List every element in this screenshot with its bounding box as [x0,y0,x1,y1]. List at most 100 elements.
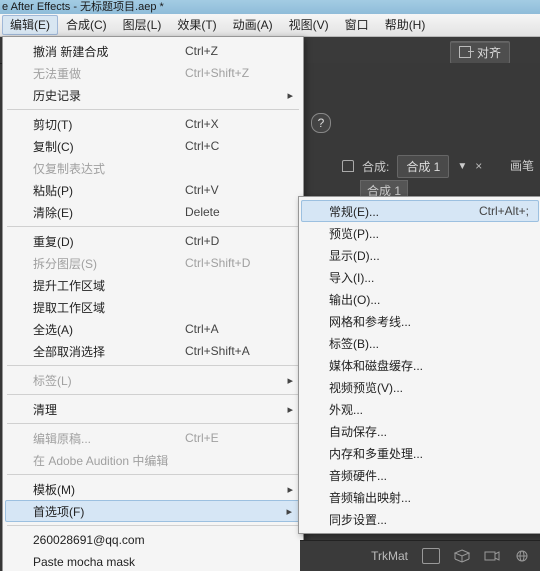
cube-icon[interactable] [454,549,470,563]
menu-item-label: 粘贴(P) [33,182,155,199]
menu-item-label: 网格和参考线... [329,313,529,330]
menu-item-label: 编辑原稿... [33,430,155,447]
preferences-item[interactable]: 标签(B)... [301,332,539,354]
menu-composition[interactable]: 合成(C) [58,15,115,35]
preferences-item[interactable]: 内存和多重处理... [301,442,539,464]
menu-separator [7,394,299,395]
preferences-item[interactable]: 自动保存... [301,420,539,442]
align-button[interactable]: 对齐 [450,41,510,64]
preferences-item[interactable]: 显示(D)... [301,244,539,266]
brush-tab[interactable]: 画笔 [510,157,534,174]
menu-item-label: 在 Adobe Audition 中编辑 [33,452,279,469]
edit-menu-item[interactable]: 提升工作区域 [5,274,301,296]
edit-menu-item: 编辑原稿...Ctrl+E [5,427,301,449]
menu-item-accel: Ctrl+Z [185,44,279,58]
preferences-item[interactable]: 音频硬件... [301,464,539,486]
comp-tabrow: 合成: 合成 1 ▼ × [342,152,482,180]
menu-item-label: 同步设置... [329,511,529,528]
render-icon[interactable] [484,549,500,563]
menu-layer[interactable]: 图层(L) [115,15,170,35]
menu-item-label: 复制(C) [33,138,155,155]
preferences-submenu: 常规(E)... Ctrl+Alt+; 预览(P)... 显示(D)... 导入(I).… [298,196,540,534]
menu-item-accel: Ctrl+X [185,117,279,131]
menu-separator [7,423,299,424]
preferences-item[interactable]: 外观... [301,398,539,420]
preferences-item[interactable]: 媒体和磁盘缓存... [301,354,539,376]
help-icon[interactable]: ? [311,113,331,133]
edit-menu-item[interactable]: 复制(C) Ctrl+C [5,135,301,157]
trkmat-label: TrkMat [371,549,408,563]
menu-item-label: 音频输出映射... [329,489,529,506]
menu-item-label: 媒体和磁盘缓存... [329,357,529,374]
align-icon [459,46,471,58]
edit-menu-item: 标签(L) [5,369,301,391]
menu-edit[interactable]: 编辑(E) [2,15,58,35]
preferences-item[interactable]: 常规(E)... Ctrl+Alt+; [301,200,539,222]
edit-menu-item: 拆分图层(S)Ctrl+Shift+D [5,252,301,274]
menu-item-accel: Ctrl+Shift+D [185,256,279,270]
menu-item-label: 提升工作区域 [33,277,279,294]
menu-separator [7,525,299,526]
edit-menu-item[interactable]: 首选项(F) [5,500,301,522]
menu-item-label: 无法重做 [33,65,155,82]
menu-item-accel: Ctrl+Shift+A [185,344,279,358]
edit-menu-item[interactable]: 历史记录 [5,84,301,106]
menu-item-accel: Ctrl+A [185,322,279,336]
menu-separator [7,474,299,475]
edit-menu-item: 仅复制表达式 [5,157,301,179]
menu-item-label: 剪切(T) [33,116,155,133]
menubar: 编辑(E) 合成(C) 图层(L) 效果(T) 动画(A) 视图(V) 窗口 帮… [0,14,540,37]
edit-menu-item[interactable]: Paste mocha mask [5,551,301,571]
preferences-item[interactable]: 输出(O)... [301,288,539,310]
edit-menu-item[interactable]: 清除(E)Delete [5,201,301,223]
preferences-item[interactable]: 网格和参考线... [301,310,539,332]
comp-tab[interactable]: 合成 1 [397,155,449,178]
menu-item-label: 历史记录 [33,87,279,104]
edit-menu-item[interactable]: 模板(M) [5,478,301,500]
globe-icon[interactable] [514,549,530,563]
edit-menu-item[interactable]: 重复(D)Ctrl+D [5,230,301,252]
chevron-down-icon[interactable]: ▼ [457,161,467,172]
menu-window[interactable]: 窗口 [337,15,377,35]
edit-menu-item[interactable]: 全部取消选择Ctrl+Shift+A [5,340,301,362]
menu-item-label: 重复(D) [33,233,155,250]
menu-item-accel: Ctrl+C [185,139,279,153]
edit-menu-item[interactable]: 粘贴(P)Ctrl+V [5,179,301,201]
preferences-item[interactable]: 预览(P)... [301,222,539,244]
lock-icon[interactable] [342,160,354,172]
edit-menu-item[interactable]: 260028691@qq.com [5,529,301,551]
menu-item-label: 音频硬件... [329,467,529,484]
menu-item-label: 标签(B)... [329,335,529,352]
edit-menu-item[interactable]: 撤消 新建合成Ctrl+Z [5,40,301,62]
menu-effect[interactable]: 效果(T) [169,15,224,35]
menu-item-label: 首选项(F) [33,503,279,520]
menu-item-label: 清除(E) [33,204,155,221]
menu-item-label: 260028691@qq.com [33,533,279,547]
camera-icon[interactable] [422,548,440,564]
preferences-item[interactable]: 同步设置... [301,508,539,530]
menu-item-label: 显示(D)... [329,247,529,264]
menu-item-label: 全选(A) [33,321,155,338]
edit-menu: 撤消 新建合成Ctrl+Z无法重做Ctrl+Shift+Z 历史记录剪切(T) Ct… [2,36,304,571]
preferences-item[interactable]: 音频输出映射... [301,486,539,508]
preferences-item[interactable]: 导入(I)... [301,266,539,288]
menu-help[interactable]: 帮助(H) [377,15,434,35]
edit-menu-item[interactable]: 全选(A) Ctrl+A [5,318,301,340]
statusbar: TrkMat [300,540,540,571]
edit-menu-item[interactable]: 清理 [5,398,301,420]
menu-item-label: 标签(L) [33,372,279,389]
menu-item-label: 预览(P)... [329,225,529,242]
window-title: e After Effects - 无标题项目.aep * [0,0,540,14]
menu-animation[interactable]: 动画(A) [225,15,281,35]
menu-item-label: 模板(M) [33,481,279,498]
menu-item-label: 常规(E)... [329,203,427,220]
close-icon[interactable]: × [475,159,482,173]
edit-menu-item: 无法重做Ctrl+Shift+Z [5,62,301,84]
edit-menu-item[interactable]: 剪切(T) Ctrl+X [5,113,301,135]
menu-item-label: 仅复制表达式 [33,160,279,177]
menu-view[interactable]: 视图(V) [281,15,337,35]
menu-item-accel: Ctrl+Alt+; [457,204,529,218]
menu-item-label: 外观... [329,401,529,418]
edit-menu-item[interactable]: 提取工作区域 [5,296,301,318]
preferences-item[interactable]: 视频预览(V)... [301,376,539,398]
